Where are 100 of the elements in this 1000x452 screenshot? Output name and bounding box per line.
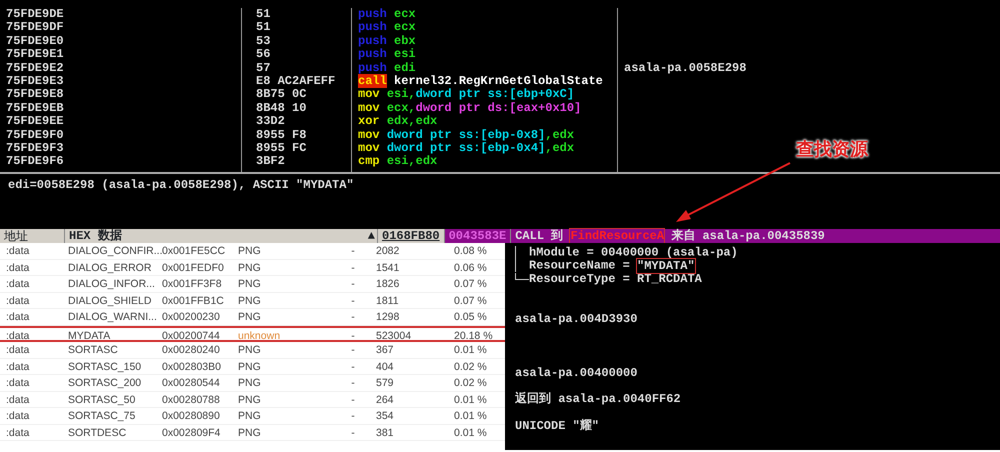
offset-cell-text: 0x002809F4	[162, 426, 222, 440]
offset-cell-text: 0x00200744	[162, 328, 221, 340]
type-cell-text: unknown	[238, 328, 282, 340]
hex-bytes: 51	[256, 7, 270, 21]
instruction-address: 75FDE9F0	[6, 128, 64, 142]
section-cell-text: :data	[6, 294, 30, 308]
size-cell-text: 2082	[376, 244, 400, 258]
resource-name-cell-text: DIALOG_WARNI...	[68, 310, 158, 324]
percent-cell-text: 0.08 %	[454, 244, 488, 258]
stack-argument: ResourceType = RT_RCDATA	[529, 272, 702, 286]
type-cell-text: PNG	[238, 277, 262, 292]
table-cell-text: -	[350, 426, 356, 440]
hex-bytes: 8955 F8	[256, 128, 306, 142]
table-cell-text: -	[350, 392, 356, 407]
hex-bytes: 57	[256, 60, 270, 75]
table-cell-text: -	[350, 376, 356, 390]
disassembly-instruction: xor edx,edx	[358, 114, 438, 128]
disassembly-instruction: mov dword ptr ss:[ebp-0x8],edx	[358, 128, 574, 142]
table-cell-text: -	[350, 244, 356, 258]
offset-cell-text: 0x00280240	[162, 343, 221, 358]
table-cell-text: -	[350, 360, 356, 374]
table-cell-text: -	[350, 343, 356, 358]
offset-cell-text: 0x00200230	[162, 310, 221, 324]
column-header[interactable]: HEX 数据	[69, 229, 122, 243]
size-cell-text: 367	[376, 343, 395, 358]
offset-cell-text: 0x001FEDF0	[162, 260, 225, 275]
hex-bytes: 56	[256, 47, 270, 62]
table-cell-text: -	[350, 277, 356, 292]
instruction-address: 75FDE9DF	[6, 20, 64, 34]
offset-cell-text: 0x001FF3F8	[162, 277, 223, 292]
hex-bytes: 8B75 0C	[256, 87, 306, 102]
resource-name-cell-text: DIALOG_SHIELD	[68, 294, 152, 308]
offset-cell-text: 0x00280788	[162, 392, 221, 407]
percent-cell-text: 20.18 %	[454, 328, 494, 340]
section-cell-text: :data	[6, 343, 30, 358]
resource-name-cell-text: SORTASC_150	[68, 360, 142, 374]
stack-comment: asala-pa.004D3930	[515, 312, 638, 326]
stack-argument: hModule = 00400000 (asala-pa)	[529, 246, 738, 260]
section-cell-text: :data	[6, 260, 30, 275]
disassembly-instruction: push esi	[358, 47, 416, 62]
instruction-address: 75FDE9F3	[6, 140, 64, 155]
type-cell-text: PNG	[238, 310, 262, 324]
scroll-up-arrow[interactable]: ▲	[368, 229, 375, 243]
disassembly-instruction: cmp esi,edx	[358, 154, 438, 168]
percent-cell-text: 0.02 %	[454, 376, 488, 390]
resource-name-cell-text: SORTASC	[68, 343, 119, 358]
offset-cell-text: 0x00280544	[162, 376, 221, 390]
section-cell-text: :data	[6, 409, 30, 424]
size-cell-text: 523004	[376, 328, 412, 340]
instruction-address: 75FDE9E8	[6, 87, 64, 102]
stack-argument: ResourceName = "MYDATA"	[529, 259, 695, 274]
percent-cell-text: 0.06 %	[454, 260, 488, 275]
table-cell-text: -	[350, 409, 356, 424]
hex-bytes: 51	[256, 20, 270, 34]
type-cell-text: PNG	[238, 343, 262, 358]
offset-cell-text: 0x00280890	[162, 409, 221, 424]
size-cell-text: 404	[376, 360, 395, 374]
size-cell-text: 381	[376, 426, 395, 440]
hex-bytes: 3BF2	[256, 154, 285, 168]
percent-cell-text: 0.01 %	[454, 409, 488, 424]
instruction-address: 75FDE9E3	[6, 74, 64, 88]
stack-comment: asala-pa.00400000	[515, 366, 638, 380]
stack-value: 0043583E	[444, 229, 512, 243]
percent-cell-text: 0.02 %	[454, 360, 488, 374]
hex-bytes: 33D2	[256, 114, 285, 128]
percent-cell-text: 0.01 %	[454, 343, 488, 358]
stack-comment: 返回到 asala-pa.0040FF62	[515, 392, 681, 406]
section-cell-text: :data	[6, 244, 30, 258]
offset-cell-text: 0x001FE5CC	[162, 244, 226, 258]
section-cell-text: :data	[6, 360, 30, 374]
offset-cell-text: 0x001FFB1C	[162, 294, 225, 308]
resource-name-cell-text: SORTASC_200	[68, 376, 142, 390]
section-cell-text: :data	[6, 392, 30, 407]
percent-cell-text: 0.05 %	[454, 310, 488, 324]
instruction-comment: asala-pa.0058E298	[624, 60, 746, 75]
table-cell-text: -	[350, 310, 356, 324]
resource-name-cell-text: DIALOG_INFOR...	[68, 277, 156, 292]
disassembly-instruction: mov dword ptr ss:[ebp-0x4],edx	[358, 140, 574, 155]
instruction-address: 75FDE9F6	[6, 154, 64, 168]
type-cell-text: PNG	[238, 244, 262, 258]
offset-cell-text: 0x002803B0	[162, 360, 222, 374]
instruction-address: 75FDE9E0	[6, 34, 64, 48]
size-cell-text: 579	[376, 376, 395, 390]
resource-name-cell-text: DIALOG_CONFIR...	[68, 244, 162, 258]
disassembly-instruction: mov ecx,dword ptr ds:[eax+0x10]	[358, 100, 582, 115]
type-cell-text: PNG	[238, 426, 262, 440]
resource-name-cell-text: SORTDESC	[68, 426, 128, 440]
section-cell-text: :data	[6, 310, 30, 324]
hex-bytes: 53	[256, 34, 270, 48]
size-cell-text: 1826	[376, 277, 400, 292]
table-cell-text: -	[350, 260, 356, 275]
percent-cell-text: 0.01 %	[454, 426, 488, 440]
instruction-address: 75FDE9EE	[6, 114, 64, 128]
table-cell-text: -	[350, 294, 356, 308]
size-cell-text: 264	[376, 392, 395, 407]
section-cell-text: :data	[6, 426, 30, 440]
annotation-label: 查找资源	[796, 138, 868, 162]
info-line: edi=0058E298 (asala-pa.0058E298), ASCII "MYDATA"	[8, 178, 354, 192]
disassembly-instruction: mov esi,dword ptr ss:[ebp+0xC]	[358, 87, 574, 102]
disassembly-instruction: call kernel32.RegKrnGetGlobalState	[358, 74, 603, 88]
